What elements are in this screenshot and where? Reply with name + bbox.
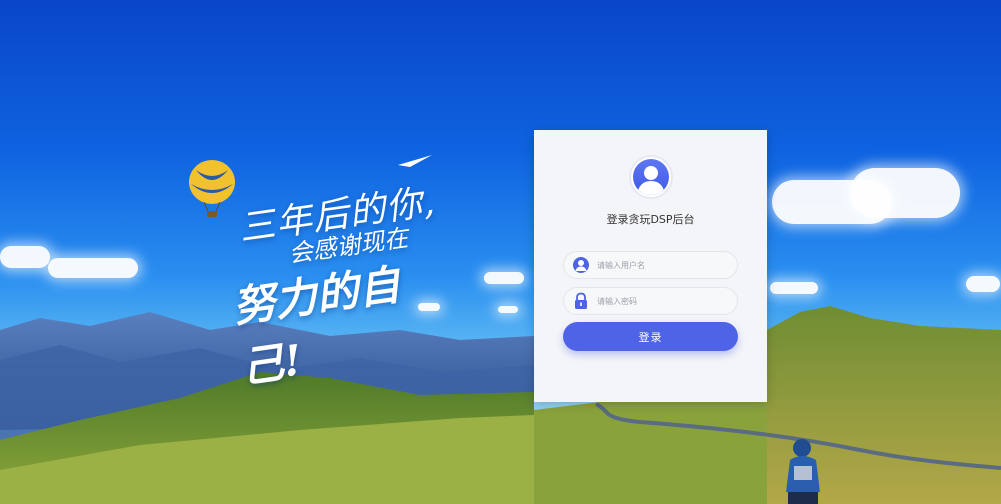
avatar — [629, 155, 673, 199]
password-field[interactable] — [563, 287, 738, 315]
user-avatar-icon — [633, 159, 669, 195]
login-button[interactable]: 登录 — [563, 322, 738, 351]
user-icon — [573, 257, 589, 273]
hot-air-balloon-icon — [189, 160, 235, 217]
cyclist-icon — [786, 439, 820, 504]
username-field[interactable] — [563, 251, 738, 279]
paper-plane-icon — [398, 155, 432, 167]
login-card: 登录贪玩DSP后台 登录 — [534, 130, 767, 402]
password-input[interactable] — [597, 288, 732, 314]
login-title: 登录贪玩DSP后台 — [606, 213, 695, 226]
username-input[interactable] — [597, 252, 732, 278]
background-scene: 三年后的你, 会感谢现在 努力的自己! — [0, 0, 1001, 504]
landscape — [0, 306, 1001, 504]
slogan: 三年后的你, 会感谢现在 努力的自己! — [230, 180, 462, 392]
lock-icon — [575, 292, 587, 309]
